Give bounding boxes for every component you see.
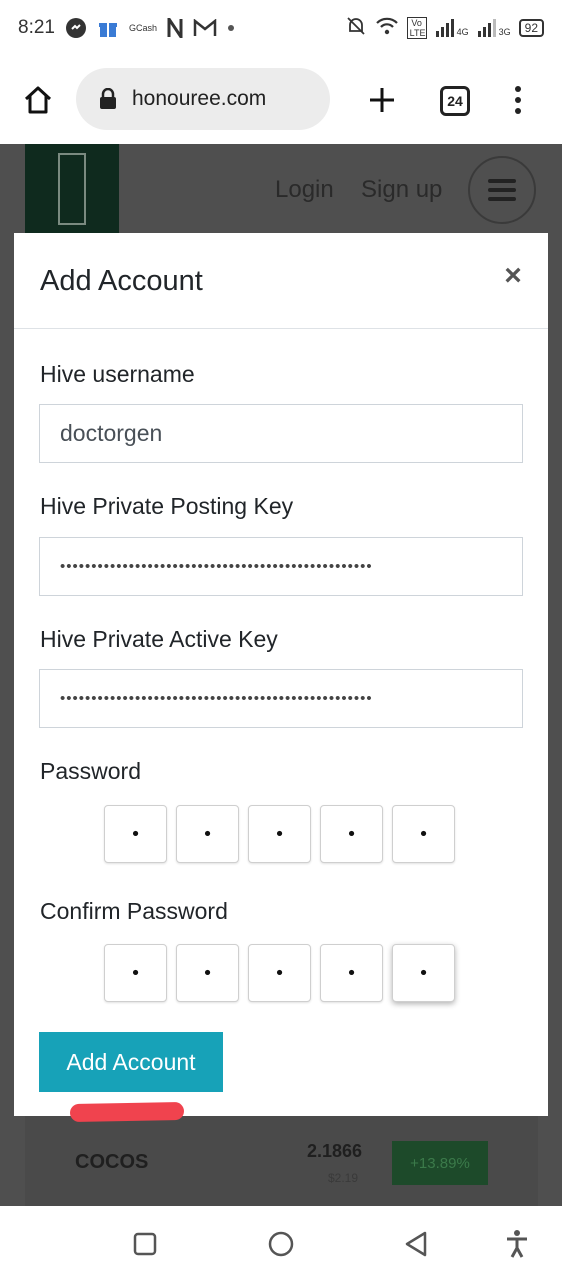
signup-link[interactable]: Sign up (361, 176, 442, 204)
gcash-icon: GCash (128, 23, 157, 33)
coin-price: 2.1866 (307, 1141, 363, 1161)
modal-title: Add Account (40, 265, 203, 297)
confirm-password-label: Confirm Password (40, 898, 228, 924)
recents-button[interactable] (125, 1224, 165, 1264)
signal-4g-label: 4G (456, 27, 469, 37)
close-icon[interactable]: × (500, 259, 526, 292)
hamburger-line (488, 197, 516, 201)
address-bar[interactable]: honouree.com (76, 68, 330, 130)
hamburger-line (488, 188, 516, 192)
gift-icon (97, 17, 119, 39)
coin-usd-price: $2.19 (328, 1171, 359, 1185)
battery-indicator: 92 (518, 19, 544, 37)
modal-header: Add Account × (14, 233, 548, 329)
confirm-digit-3[interactable]: • (248, 944, 311, 1002)
password-digit-3[interactable]: • (248, 805, 311, 863)
lock-icon (96, 87, 120, 111)
gmail-icon (193, 19, 217, 37)
coin-name: COCOS (75, 1151, 149, 1173)
hamburger-line (488, 179, 516, 183)
add-account-modal: Add Account × Hive username doctorgen Hi… (14, 233, 548, 1116)
password-digit-5[interactable]: • (392, 805, 455, 863)
dot-icon (227, 24, 235, 32)
password-digit-4[interactable]: • (320, 805, 383, 863)
username-input[interactable]: doctorgen (39, 404, 523, 463)
clock: 8:21 (18, 17, 55, 38)
home-nav-button[interactable] (261, 1224, 301, 1264)
status-bar: 8:21 GCash Vo LTE 4G 3G 92 (0, 0, 562, 56)
hamburger-menu-button[interactable] (468, 156, 536, 224)
password-digit-2[interactable]: • (176, 805, 239, 863)
home-icon (24, 86, 52, 114)
url-text: honouree.com (132, 87, 267, 110)
n-icon (167, 18, 183, 38)
active-key-input[interactable]: ••••••••••••••••••••••••••••••••••••••••… (39, 669, 523, 728)
wifi-icon (375, 16, 399, 41)
system-nav-bar (0, 1206, 562, 1280)
circle-icon (268, 1231, 294, 1257)
site-logo[interactable] (25, 144, 119, 234)
mute-icon (345, 15, 367, 42)
square-icon (133, 1232, 157, 1256)
coin-change-badge: +13.89% (392, 1141, 488, 1185)
messenger-icon (65, 17, 87, 39)
login-link[interactable]: Login (275, 176, 334, 204)
signal-4g-icon: 4G (435, 19, 469, 37)
new-tab-button[interactable] (362, 80, 402, 120)
posting-key-input[interactable]: ••••••••••••••••••••••••••••••••••••••••… (39, 537, 523, 596)
plus-icon (370, 88, 394, 112)
menu-dot (515, 86, 521, 92)
tab-switcher-button[interactable]: 24 (440, 86, 470, 116)
confirm-password-pin-group: • • • • • (104, 944, 455, 1002)
menu-dot (515, 97, 521, 103)
accessibility-icon (507, 1230, 527, 1258)
confirm-digit-2[interactable]: • (176, 944, 239, 1002)
coin-row[interactable]: COCOS 2.1866 $2.19 +13.89% (25, 1114, 538, 1206)
confirm-digit-4[interactable]: • (320, 944, 383, 1002)
confirm-digit-1[interactable]: • (104, 944, 167, 1002)
signal-3g-label: 3G (498, 27, 511, 37)
home-button[interactable] (18, 80, 58, 120)
accessibility-button[interactable] (497, 1224, 537, 1264)
password-pin-group: • • • • • (104, 805, 455, 863)
confirm-digit-5[interactable]: • (392, 944, 455, 1002)
browser-menu-button[interactable] (506, 80, 530, 120)
password-digit-1[interactable]: • (104, 805, 167, 863)
password-label: Password (40, 758, 141, 784)
posting-key-label: Hive Private Posting Key (40, 493, 294, 519)
signal-3g-icon: 3G (477, 19, 511, 37)
username-label: Hive username (40, 361, 195, 387)
active-key-label: Hive Private Active Key (40, 626, 278, 652)
back-button[interactable] (396, 1224, 436, 1264)
annotation-underline (69, 1102, 185, 1122)
volte-icon: Vo LTE (406, 17, 427, 39)
add-account-button[interactable]: Add Account (39, 1032, 223, 1092)
menu-dot (515, 108, 521, 114)
logo-mark (58, 153, 86, 225)
back-triangle-icon (405, 1231, 427, 1257)
browser-toolbar: honouree.com 24 (0, 56, 562, 144)
